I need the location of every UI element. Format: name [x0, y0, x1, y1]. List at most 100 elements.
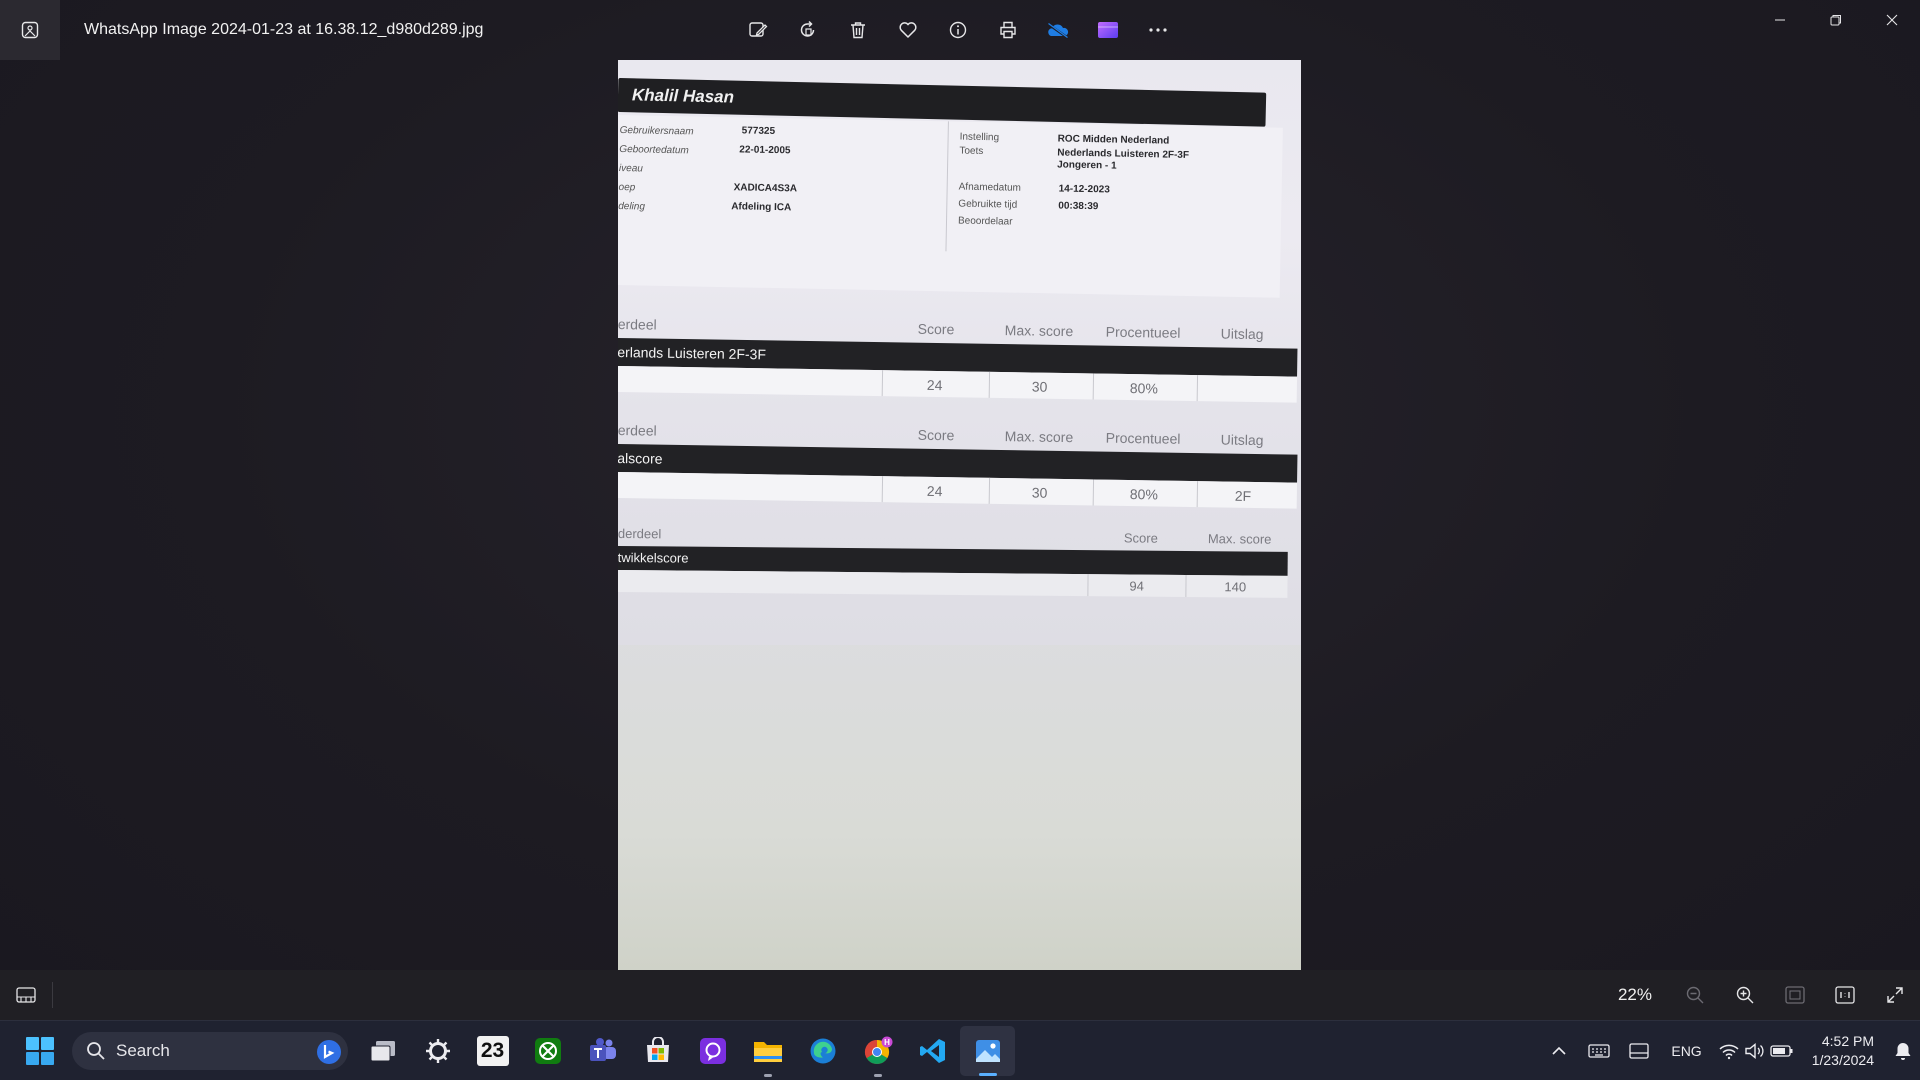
app-icon: [699, 1038, 726, 1064]
xbox-app[interactable]: [520, 1021, 575, 1080]
score-value: 24: [926, 482, 943, 500]
keyboard-icon: [1588, 1044, 1611, 1058]
actual-size-button[interactable]: [1820, 970, 1870, 1020]
zoom-level[interactable]: 22%: [1618, 985, 1652, 1005]
fullscreen-button[interactable]: [1870, 970, 1920, 1020]
actual-size-icon: [1835, 986, 1855, 1004]
field-value: 14-12-2023: [1058, 183, 1110, 196]
percentage-value: 80%: [1129, 380, 1158, 397]
fit-to-window-button[interactable]: [1770, 970, 1820, 1020]
clock-time: 4:52 PM: [1821, 1033, 1874, 1049]
photos-app[interactable]: [960, 1026, 1015, 1076]
score-section-total: erdeel Score Max. score Procentueel Uits…: [618, 416, 1298, 509]
field-label: oep: [618, 182, 636, 194]
fit-window-icon: [1785, 986, 1805, 1004]
student-info-block: Gebruikersnaam 577325 Geboortedatum 22-0…: [618, 115, 1283, 298]
favorite-button[interactable]: [888, 10, 928, 50]
favorite-icon: [899, 22, 917, 39]
score-section-listening: erdeel Score Max. score Procentueel Uits…: [618, 310, 1298, 403]
rotate-icon: [800, 20, 815, 37]
windows-logo-icon: [26, 1037, 54, 1065]
touch-keyboard-button[interactable]: [1579, 1021, 1619, 1080]
field-label: Afnamedatum: [958, 181, 1022, 194]
score-column-header: Score: [917, 320, 955, 338]
chevron-up-icon: [1552, 1046, 1566, 1055]
info-button[interactable]: [938, 10, 978, 50]
minimize-button[interactable]: [1752, 0, 1808, 40]
file-explorer-app[interactable]: [740, 1021, 795, 1080]
score-section-development: derdeel Score Max. score twikkelscore 94…: [618, 522, 1288, 598]
field-value: Afdeling ICA: [731, 201, 792, 214]
wifi-icon: [1719, 1044, 1739, 1060]
filmstrip-toggle-button[interactable]: [10, 979, 42, 1011]
input-language[interactable]: ENG: [1659, 1043, 1713, 1059]
svg-text:H: H: [884, 1038, 890, 1047]
max-score-column-header: Max. score: [1004, 428, 1074, 446]
image-viewport[interactable]: Khalil Hasan Gebruikersnaam 577325 Geboo…: [618, 60, 1301, 970]
teams-app[interactable]: [575, 1021, 630, 1080]
purple-app[interactable]: [685, 1021, 740, 1080]
close-icon: [1886, 14, 1898, 26]
notifications-button[interactable]: [1886, 1021, 1920, 1080]
clock[interactable]: 4:52 PM 1/23/2024: [1798, 1032, 1886, 1070]
volume-icon: [1745, 1043, 1764, 1059]
show-hidden-icons-button[interactable]: [1539, 1021, 1579, 1080]
result-column-header: Uitslag: [1220, 431, 1264, 449]
gallery-back-button[interactable]: [0, 0, 60, 60]
chrome-icon: H: [864, 1036, 892, 1065]
restore-button[interactable]: [1808, 0, 1864, 40]
microsoft-store-app[interactable]: [630, 1021, 685, 1080]
quick-settings-button[interactable]: [1714, 1042, 1798, 1060]
zoom-out-icon: [1686, 986, 1704, 1004]
zoom-controls: 22%: [1618, 970, 1920, 1020]
edit-image-button[interactable]: [738, 10, 778, 50]
score-column-header: Score: [917, 426, 955, 444]
score-value: 24: [926, 376, 943, 394]
bottom-status-bar: 22%: [0, 970, 1920, 1020]
windows-taskbar: Search 23 H ENG 4:52 PM 1/23/2024: [0, 1020, 1920, 1080]
vscode-icon: [919, 1039, 945, 1063]
edge-app[interactable]: [795, 1021, 850, 1080]
clock-date: 1/23/2024: [1811, 1052, 1874, 1068]
taskbar-search[interactable]: Search: [72, 1032, 348, 1070]
photos-icon: [975, 1040, 1000, 1062]
window-controls: [1752, 0, 1920, 40]
field-label: Toets: [959, 145, 984, 158]
subject-column-header: erdeel: [618, 315, 657, 333]
max-score-column-header: Max. score: [1004, 322, 1074, 340]
vscode-app[interactable]: [905, 1021, 960, 1080]
clipchamp-button[interactable]: [1088, 10, 1128, 50]
zoom-in-button[interactable]: [1720, 970, 1770, 1020]
field-value: XADICA4S3A: [733, 182, 798, 195]
title-bar: WhatsApp Image 2024-01-23 at 16.38.12_d9…: [0, 0, 1920, 60]
max-score-value: 30: [1031, 484, 1048, 501]
subject-column-header: erdeel: [618, 421, 657, 439]
close-button[interactable]: [1864, 0, 1920, 40]
task-view-button[interactable]: [355, 1021, 410, 1080]
bing-icon[interactable]: [316, 1039, 342, 1065]
tablet-mode-button[interactable]: [1619, 1021, 1659, 1080]
rotate-button[interactable]: [788, 10, 828, 50]
more-icon: [1149, 28, 1167, 32]
chrome-app[interactable]: H: [850, 1021, 905, 1080]
field-value: 22-01-2005: [739, 144, 791, 157]
field-label: Gebruikersnaam: [619, 125, 694, 138]
onedrive-icon: [1047, 22, 1069, 40]
minimize-icon: [1775, 19, 1785, 21]
print-icon: [1000, 21, 1016, 39]
xbox-icon: [534, 1038, 561, 1064]
start-button[interactable]: [20, 1031, 60, 1071]
field-value: ROC Midden Nederland: [1057, 133, 1170, 147]
info-icon: [949, 21, 967, 39]
calendar-app[interactable]: 23: [465, 1021, 520, 1080]
print-button[interactable]: [988, 10, 1028, 50]
onedrive-button[interactable]: [1038, 10, 1078, 50]
search-placeholder: Search: [116, 1041, 170, 1060]
teams-icon: [589, 1038, 616, 1061]
zoom-out-button[interactable]: [1670, 970, 1720, 1020]
steelseries-app[interactable]: [410, 1021, 465, 1080]
system-tray: ENG 4:52 PM 1/23/2024: [1539, 1021, 1920, 1080]
delete-button[interactable]: [838, 10, 878, 50]
more-options-button[interactable]: [1138, 10, 1178, 50]
photos-app-window: WhatsApp Image 2024-01-23 at 16.38.12_d9…: [0, 0, 1920, 1020]
